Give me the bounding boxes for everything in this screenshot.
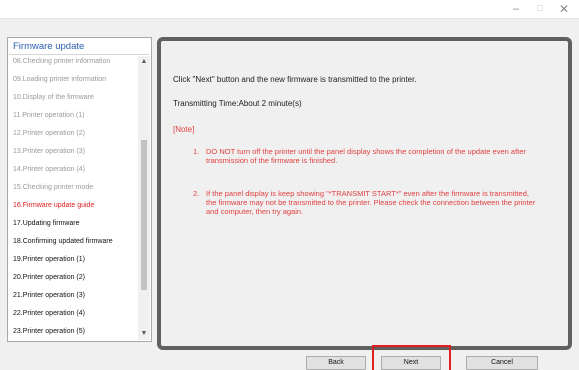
step-item: 18.Confirming updated firmware — [13, 238, 113, 245]
content-panel: Click "Next" button and the new firmware… — [157, 37, 572, 350]
step-list-scrollbar[interactable]: ▲ ▼ — [138, 56, 150, 340]
close-icon[interactable]: ✕ — [552, 0, 576, 18]
step-item: 19.Printer operation (1) — [13, 256, 85, 263]
step-list-panel: Firmware update 08.Checking printer info… — [7, 37, 152, 342]
step-item-current: 16.Firmware update guide — [13, 202, 95, 209]
maximize-icon[interactable]: □ — [528, 0, 552, 18]
title-bar: – □ ✕ — [0, 0, 579, 19]
step-item: 20.Printer operation (2) — [13, 274, 85, 281]
step-item: 12.Printer operation (2) — [13, 130, 85, 137]
step-item: 13.Printer operation (3) — [13, 148, 85, 155]
minimize-icon[interactable]: – — [504, 0, 528, 18]
note-number: 2. — [193, 189, 200, 198]
step-item: 23.Printer operation (5) — [13, 328, 85, 335]
step-item: 21.Printer operation (3) — [13, 292, 85, 299]
note-item-1: 1. DO NOT turn off the printer until the… — [193, 147, 573, 177]
step-item: 22.Printer operation (4) — [13, 310, 85, 317]
scroll-thumb[interactable] — [141, 140, 147, 290]
transmitting-time-text: Transmitting Time:About 2 minute(s) — [173, 99, 302, 108]
step-list[interactable]: 08.Checking printer information 09.Loadi… — [9, 56, 137, 340]
step-item: 11.Printer operation (1) — [13, 112, 85, 119]
instruction-text: Click "Next" button and the new firmware… — [173, 75, 417, 84]
scroll-up-icon[interactable]: ▲ — [138, 56, 150, 68]
note-item-2: 2. If the panel display is keep showing … — [193, 189, 573, 229]
cancel-button[interactable]: Cancel — [466, 356, 538, 370]
scroll-down-icon[interactable]: ▼ — [138, 328, 150, 340]
step-item: 17.Updating firmware — [13, 220, 80, 227]
step-item: 08.Checking printer information — [13, 58, 111, 65]
next-button-highlight — [372, 345, 451, 370]
note-heading: [Note] — [173, 125, 195, 134]
step-item: 09.Loading printer information — [13, 76, 107, 83]
step-item: 15.Checking printer mode — [13, 184, 94, 191]
note-text: DO NOT turn off the printer until the pa… — [206, 147, 526, 165]
step-item: 10.Display of the firmware — [13, 94, 94, 101]
note-number: 1. — [193, 147, 200, 156]
top-strip — [0, 19, 579, 30]
step-list-title: Firmware update — [9, 38, 149, 55]
back-button[interactable]: Back — [306, 356, 366, 370]
note-text: If the panel display is keep showing "*T… — [206, 189, 536, 216]
step-item: 14.Printer operation (4) — [13, 166, 85, 173]
